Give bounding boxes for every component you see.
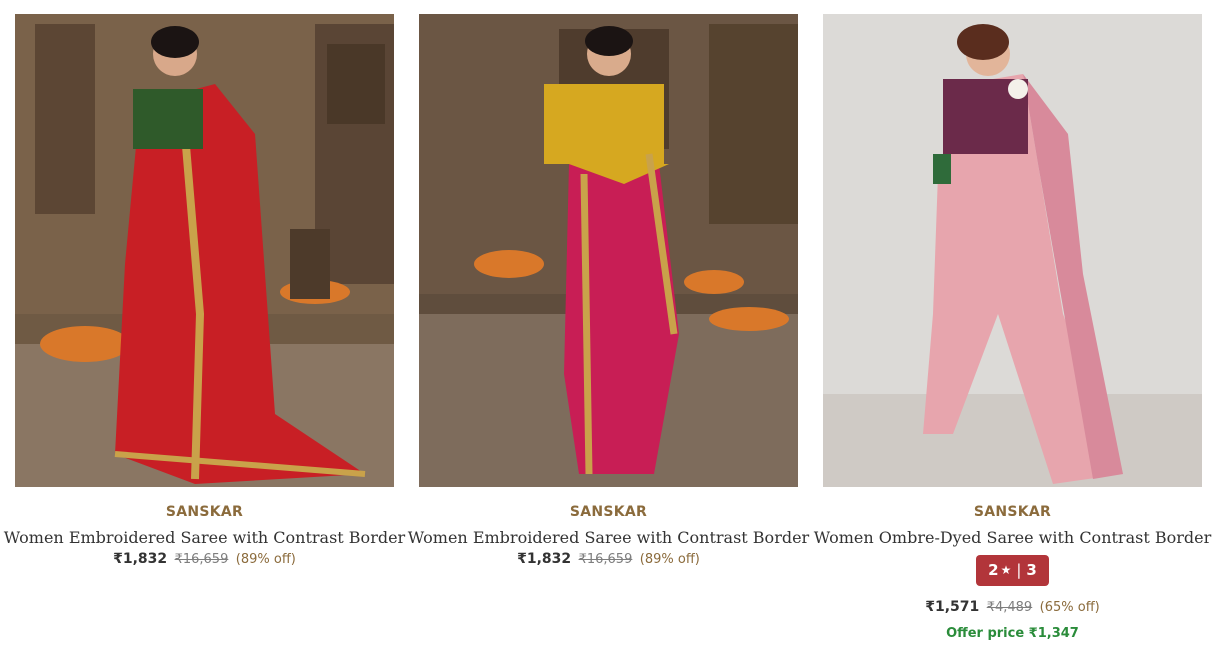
product-image[interactable] [419, 14, 798, 487]
product-mrp: ₹4,489 [986, 600, 1033, 615]
product-name[interactable]: Women Embroidered Saree with Contrast Bo… [408, 528, 809, 548]
product-brand: SANSKAR [165, 504, 244, 520]
product-name[interactable]: Women Ombre-Dyed Saree with Contrast Bor… [814, 528, 1211, 548]
price-row: ₹1,832 ₹16,659 (89% off) [113, 550, 296, 569]
star-icon: ★ [1000, 563, 1012, 577]
product-card[interactable]: SANSKAR Women Embroidered Saree with Con… [408, 14, 809, 641]
product-discount: (89% off) [639, 552, 700, 567]
rating-badge[interactable]: 2 ★ | 3 [976, 555, 1049, 586]
product-price: ₹1,832 [113, 551, 168, 567]
product-name[interactable]: Women Embroidered Saree with Contrast Bo… [4, 528, 405, 548]
product-price: ₹1,832 [517, 551, 572, 567]
product-discount: (65% off) [1039, 600, 1100, 615]
product-brand: SANSKAR [973, 504, 1052, 520]
rating-value: 2 [988, 561, 999, 579]
rating-separator: | [1016, 561, 1022, 579]
price-row: ₹1,832 ₹16,659 (89% off) [517, 550, 700, 569]
product-image[interactable] [15, 14, 394, 487]
product-discount: (89% off) [235, 552, 296, 567]
product-image[interactable] [823, 14, 1202, 487]
product-grid: SANSKAR Women Embroidered Saree with Con… [4, 14, 1211, 641]
product-card[interactable]: SANSKAR Women Ombre-Dyed Saree with Cont… [814, 14, 1211, 641]
product-mrp: ₹16,659 [174, 552, 229, 567]
product-price: ₹1,571 [925, 599, 980, 615]
offer-price: Offer price ₹1,347 [946, 626, 1079, 641]
price-row: ₹1,571 ₹4,489 (65% off) [925, 598, 1100, 617]
product-brand: SANSKAR [569, 504, 648, 520]
rating-count: 3 [1026, 561, 1037, 579]
product-mrp: ₹16,659 [578, 552, 633, 567]
product-card[interactable]: SANSKAR Women Embroidered Saree with Con… [4, 14, 405, 641]
